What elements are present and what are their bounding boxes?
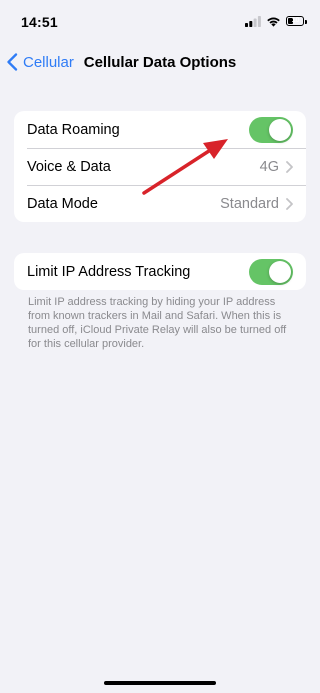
- row-data-roaming: Data Roaming: [14, 111, 306, 148]
- row-label: Voice & Data: [27, 158, 111, 175]
- row-limit-ip-tracking: Limit IP Address Tracking: [14, 253, 306, 290]
- row-label: Data Roaming: [27, 121, 120, 138]
- settings-group-data: Data Roaming Voice & Data 4G Data Mode S…: [14, 111, 306, 222]
- settings-group-privacy: Limit IP Address Tracking: [14, 253, 306, 290]
- home-indicator: [104, 681, 216, 685]
- row-value: 4G: [259, 158, 279, 175]
- row-voice-data[interactable]: Voice & Data 4G: [14, 148, 306, 185]
- row-label: Limit IP Address Tracking: [27, 263, 191, 280]
- status-bar: 14:51 10: [0, 0, 320, 44]
- limit-ip-footer-note: Limit IP address tracking by hiding your…: [28, 296, 287, 350]
- battery-level: 10: [291, 17, 300, 24]
- wifi-icon: [267, 17, 280, 27]
- limit-ip-tracking-toggle[interactable]: [249, 258, 293, 285]
- toggle-knob: [269, 118, 291, 141]
- chevron-right-icon: [286, 160, 293, 173]
- page-title: Cellular Data Options: [83, 54, 237, 71]
- chevron-right-icon: [286, 197, 293, 210]
- toggle-knob: [269, 260, 291, 283]
- row-value: Standard: [220, 195, 279, 212]
- signal-icon: [245, 16, 261, 27]
- row-label: Data Mode: [27, 195, 98, 212]
- row-data-mode[interactable]: Data Mode Standard: [14, 185, 306, 222]
- data-roaming-toggle[interactable]: [249, 116, 293, 143]
- status-time: 14:51: [21, 14, 58, 30]
- battery-icon: 10: [286, 16, 308, 27]
- status-icons: 10: [245, 16, 308, 27]
- nav-bar: Cellular Cellular Data Options: [0, 44, 320, 80]
